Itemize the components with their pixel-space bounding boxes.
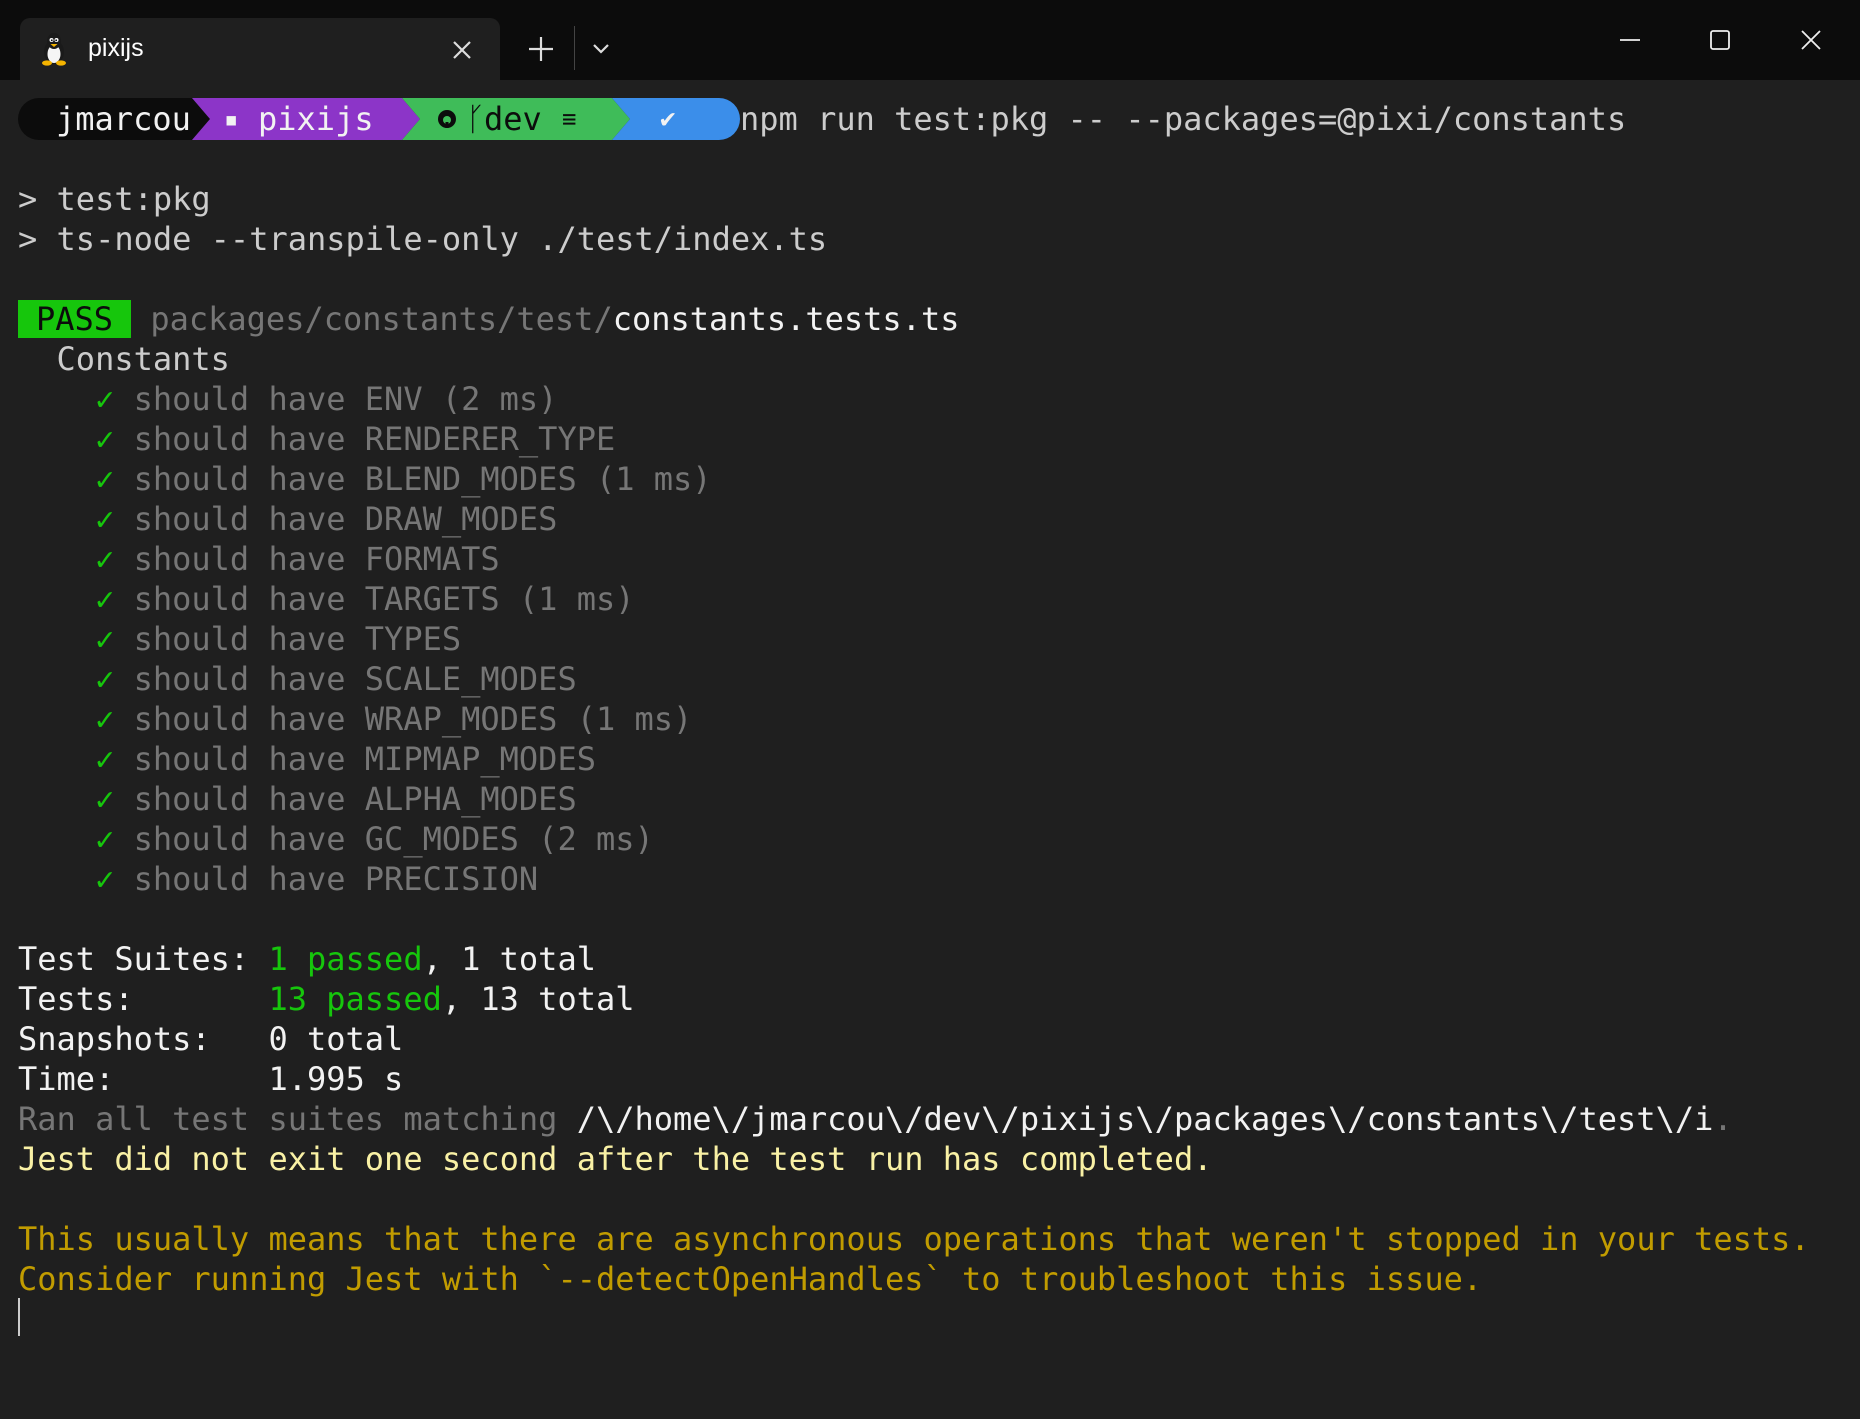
test-row: ✓ should have GC_MODES (2 ms) [18,819,654,859]
tab-title: pixijs [88,34,144,62]
jest-exit-warning: Jest did not exit one second after the t… [18,1140,1213,1178]
prompt-branch: dev [484,100,542,138]
ran-suffix: . [1713,1100,1733,1138]
checkmark-icon: ✓ [95,820,115,858]
branch-status: ≡ [562,105,577,133]
test-row: ✓ should have SCALE_MODES [18,659,577,699]
test-path-file: constants.tests.ts [612,300,960,338]
test-row: ✓ should have MIPMAP_MODES [18,739,596,779]
test-row: ✓ should have ENV (2 ms) [18,379,557,419]
test-name: should have GC_MODES (2 ms) [133,820,654,858]
test-path-dir: packages/constants/test/ [150,300,613,338]
test-name: should have BLEND_MODES (1 ms) [133,460,712,498]
test-row: ✓ should have ALPHA_MODES [18,779,577,819]
checkmark-icon: ✓ [95,380,115,418]
prompt-user-segment: jmarcou [18,98,210,140]
summary-tests: Tests: 13 passed, 13 total [18,979,635,1019]
prompt-status-segment: ✔ [612,98,740,140]
script-line-1: > test:pkg [18,180,211,218]
folder-icon: ▪ [224,105,239,133]
checkmark-icon: ✓ [95,540,115,578]
checkmark-icon: ✓ [95,620,115,658]
tests-label: Tests: [18,980,269,1018]
checkmark-icon: ✓ [95,700,115,738]
test-name: should have SCALE_MODES [133,660,577,698]
ran-prefix: Ran all test suites matching [18,1100,577,1138]
prompt-git-segment: ᚴ dev ≡ [402,98,630,140]
test-row: ✓ should have DRAW_MODES [18,499,557,539]
test-name: should have ALPHA_MODES [133,780,577,818]
test-name: should have PRECISION [133,860,539,898]
checkmark-icon: ✓ [95,420,115,458]
test-name: should have MIPMAP_MODES [133,740,596,778]
snapshots-value: 0 total [268,1020,404,1058]
checkmark-icon: ✓ [95,780,115,818]
branch-icon: ᚴ [466,100,486,138]
checkmark-icon: ✓ [95,460,115,498]
test-row: ✓ should have PRECISION [18,859,538,899]
time-label: Time: [18,1060,269,1098]
test-name: should have TARGETS (1 ms) [133,580,635,618]
ran-all-line: Ran all test suites matching /\/home\/jm… [18,1099,1733,1139]
checkmark-icon: ✓ [95,500,115,538]
snapshots-label: Snapshots: [18,1020,269,1058]
check-status-icon: ✔ [660,104,676,134]
tests-passed: 13 passed [268,980,442,1018]
minimize-icon[interactable] [1594,14,1664,66]
checkmark-icon: ✓ [95,580,115,618]
time-value: 1.995 s [268,1060,404,1098]
prompt-folder-segment: ▪ pixijs [192,98,420,140]
test-row: ✓ should have WRAP_MODES (1 ms) [18,699,692,739]
summary-snapshots: Snapshots: 0 total [18,1019,403,1059]
test-row: ✓ should have TARGETS (1 ms) [18,579,635,619]
summary-suites: Test Suites: 1 passed, 1 total [18,939,596,979]
test-row: ✓ should have BLEND_MODES (1 ms) [18,459,712,499]
summary-time: Time: 1.995 s [18,1059,403,1099]
test-result-line: PASS packages/constants/test/constants.t… [18,299,959,339]
linux-penguin-icon [42,33,66,66]
prompt-folder: pixijs [258,100,374,138]
suites-label: Test Suites: [18,940,269,978]
new-tab-plus-icon[interactable] [522,30,560,68]
checkmark-icon: ✓ [95,660,115,698]
tests-total: , 13 total [441,980,635,1018]
close-tab-icon[interactable] [444,32,480,68]
command-line: npm run test:pkg -- --packages=@pixi/con… [740,100,1627,138]
checkmark-icon: ✓ [95,740,115,778]
terminal-output[interactable]: jmarcou ▪ pixijs ᚴ dev ≡ ✔ npm run test:… [0,80,1860,1419]
checkmark-icon: ✓ [95,860,115,898]
github-icon [438,110,456,128]
suites-total: , 1 total [422,940,596,978]
test-row: ✓ should have RENDERER_TYPE [18,419,615,459]
terminal-window: pixijs jmarcou ▪ pixijs ᚴ dev ≡ ✔ npm ru… [0,0,1860,1419]
async-warning-2: Consider running Jest with `--detectOpen… [18,1260,1483,1298]
test-name: should have WRAP_MODES (1 ms) [133,700,693,738]
script-line-2: > ts-node --transpile-only ./test/index.… [18,220,828,258]
test-row: ✓ should have TYPES [18,619,461,659]
prompt-user: jmarcou [56,100,191,138]
ran-pattern: /\/home\/jmarcou\/dev\/pixijs\/packages\… [576,1100,1714,1138]
test-name: should have TYPES [133,620,462,658]
test-row: ✓ should have FORMATS [18,539,500,579]
async-warning-1: This usually means that there are asynch… [18,1220,1810,1258]
test-name: should have FORMATS [133,540,500,578]
test-name: should have RENDERER_TYPE [133,420,616,458]
chevron-down-icon[interactable] [586,34,616,64]
test-name: should have DRAW_MODES [133,500,558,538]
tab-pixijs[interactable]: pixijs [20,18,500,80]
text-cursor [18,1298,20,1336]
suite-name: Constants [56,340,230,378]
pass-badge: PASS [18,300,132,338]
tab-separator [574,26,575,70]
maximize-icon[interactable] [1685,14,1755,66]
title-bar: pixijs [0,0,1860,80]
close-window-icon[interactable] [1776,14,1846,66]
suites-passed: 1 passed [268,940,423,978]
test-name: should have ENV (2 ms) [133,380,558,418]
suite-name-line: Constants [18,339,230,379]
